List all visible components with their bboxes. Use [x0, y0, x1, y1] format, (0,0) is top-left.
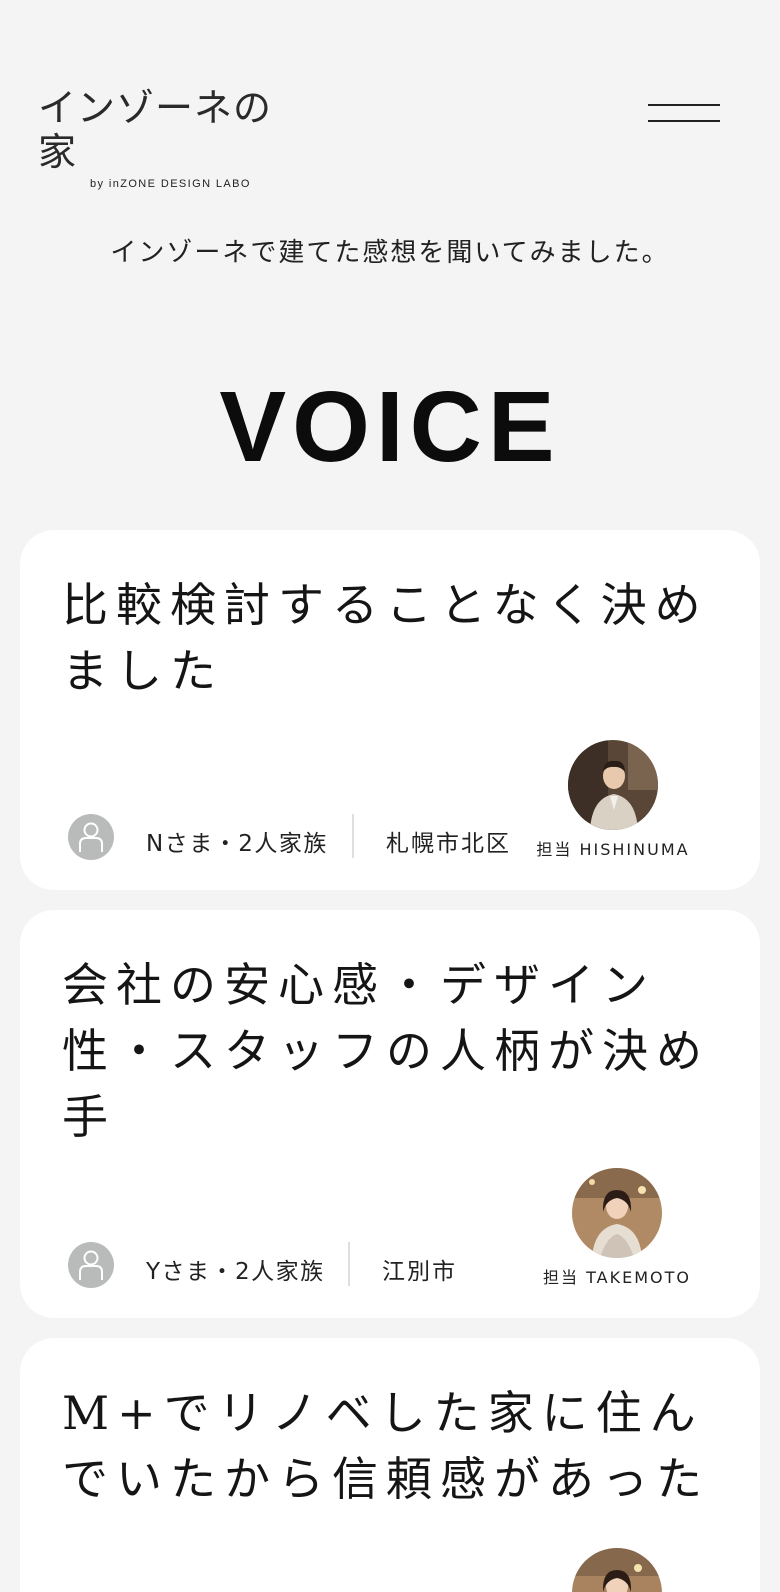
site-header: インゾーネの家 by inZONE DESIGN LABO [0, 0, 780, 190]
voice-card-title: M+でリノベした家に住んでいたから信頼感があった [62, 1386, 710, 1506]
staff-photo [572, 1168, 662, 1258]
menu-line-bottom [648, 120, 720, 122]
staff-info [532, 1548, 702, 1592]
meta-divider [348, 1242, 350, 1286]
voice-card[interactable]: 比較検討することなく決めました Nさま・2人家族 札幌市北区 担当 HISHIN… [20, 530, 760, 890]
location-label: 札幌市北区 [386, 831, 511, 857]
page-title: VOICE [219, 371, 561, 483]
voice-card-title: 比較検討することなく決めました [62, 578, 709, 698]
voice-card-title: 会社の安心感・デザイン性・スタッフの人柄が決め手 [62, 958, 710, 1144]
voice-card-meta: Nさま・2人家族 札幌市北区 [68, 814, 538, 864]
staff-info: 担当 HISHINUMA [528, 740, 698, 860]
voice-card-meta: Yさま・2人家族 江別市 [68, 1242, 538, 1292]
customer-label: Nさま・2人家族 [146, 831, 328, 857]
page: インゾーネの家 by inZONE DESIGN LABO インゾーネで建てた感… [0, 0, 780, 1592]
person-placeholder-icon [68, 814, 114, 860]
voice-card[interactable]: 会社の安心感・デザイン性・スタッフの人柄が決め手 Yさま・2人家族 江別市 担当… [20, 910, 760, 1318]
site-logo[interactable]: インゾーネの家 by inZONE DESIGN LABO [38, 86, 308, 190]
staff-photo [568, 740, 658, 830]
customer-label: Yさま・2人家族 [146, 1259, 325, 1285]
location-label: 江別市 [382, 1259, 457, 1285]
logo-sub-text: by inZONE DESIGN LABO [90, 178, 251, 190]
staff-label: 担当 TAKEMOTO [543, 1268, 691, 1287]
voice-card[interactable]: M+でリノベした家に住んでいたから信頼感があった [20, 1338, 760, 1592]
hamburger-menu-icon[interactable] [648, 100, 720, 128]
logo-main-text: インゾーネの家 [38, 86, 273, 174]
intro-lead: インゾーネで建てた感想を聞いてみました。 [110, 238, 670, 268]
menu-line-top [648, 104, 720, 106]
meta-divider [352, 814, 354, 858]
person-placeholder-icon [68, 1242, 114, 1288]
staff-photo [572, 1548, 662, 1592]
staff-info: 担当 TAKEMOTO [532, 1168, 702, 1288]
staff-label: 担当 HISHINUMA [536, 840, 690, 859]
